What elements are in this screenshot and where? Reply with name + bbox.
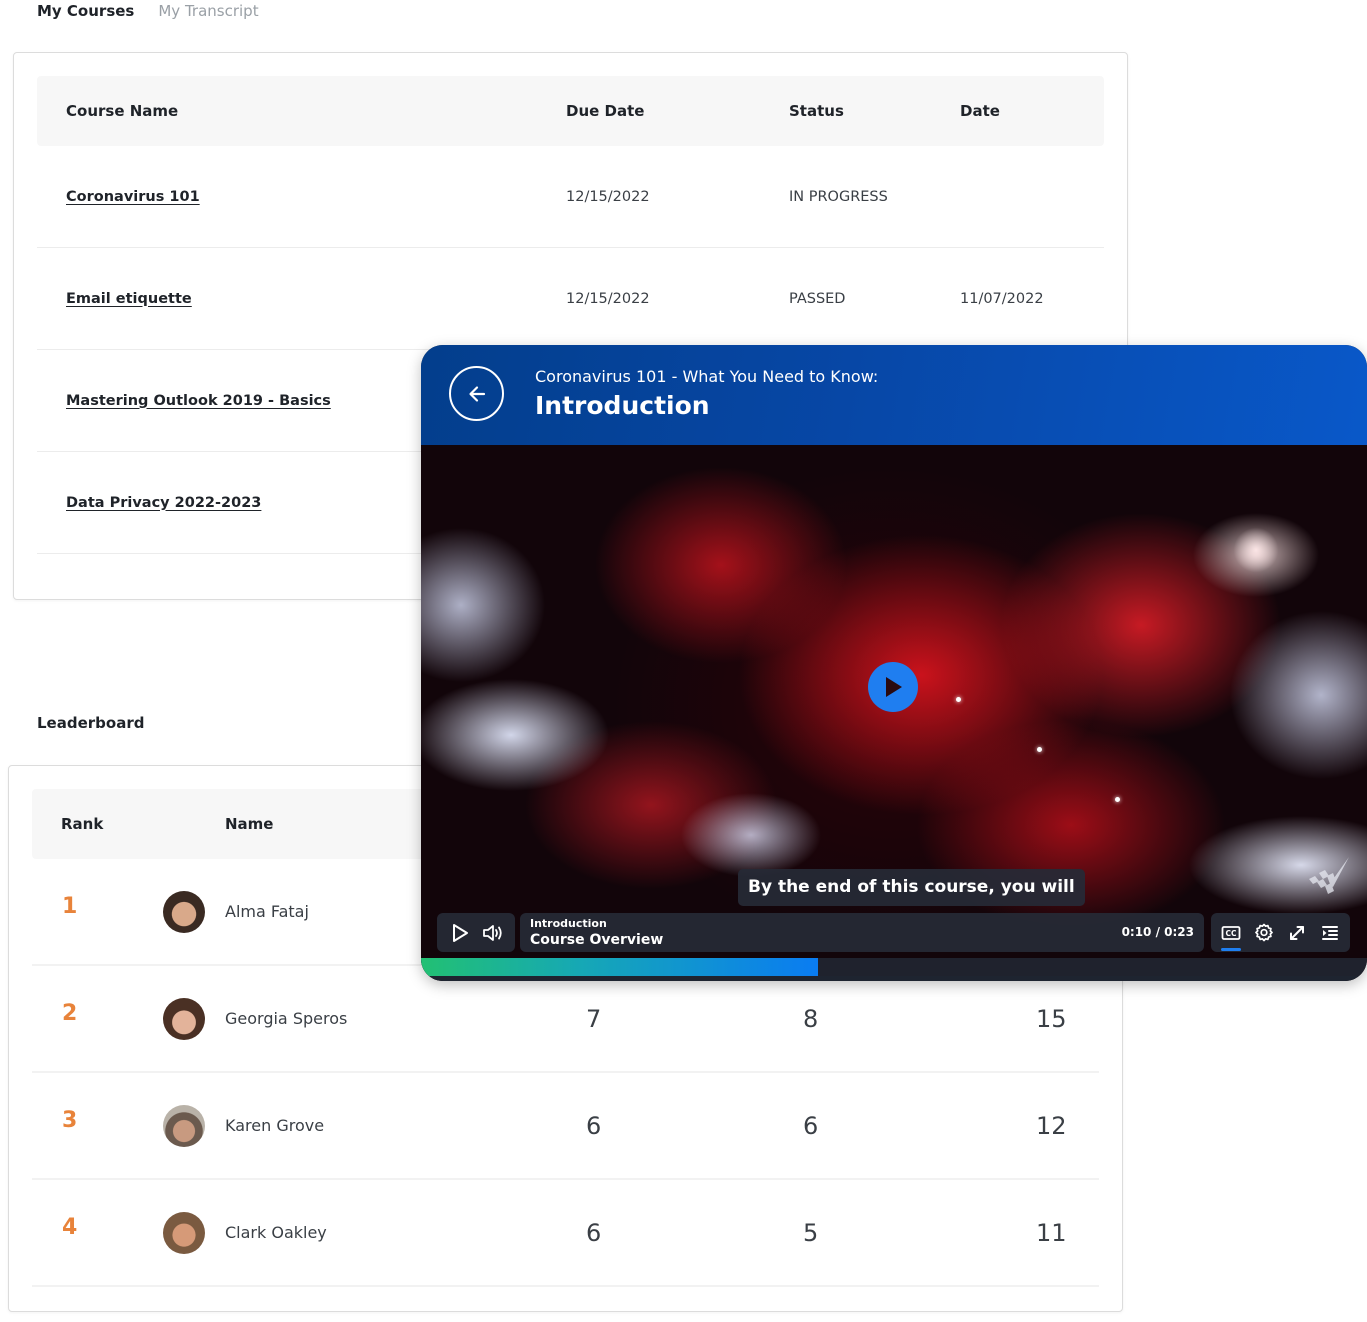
due-date: 12/15/2022: [566, 290, 650, 307]
total-score: 15: [1036, 1004, 1067, 1033]
user-avatar: [163, 890, 205, 933]
play-icon: [452, 923, 468, 942]
settings-button[interactable]: [1251, 920, 1277, 946]
column-header-date: Date: [960, 102, 1000, 120]
expand-icon: [1289, 925, 1304, 940]
rank-number: 4: [62, 1215, 78, 1240]
progress-bar[interactable]: [421, 958, 1367, 976]
player-options: CC: [1211, 913, 1350, 952]
user-name: Karen Grove: [225, 1116, 325, 1135]
rank-number: 2: [62, 1001, 78, 1026]
course-link[interactable]: Data Privacy 2022-2023: [66, 495, 261, 511]
center-play-button[interactable]: [868, 662, 918, 712]
playback-controls: [437, 913, 515, 952]
status-label: PASSED: [789, 290, 846, 307]
user-name: Georgia Speros: [225, 1009, 348, 1028]
table-row: 2 Georgia Speros 7 8 15: [32, 966, 1099, 1073]
play-icon: [886, 677, 902, 697]
progress-fill: [421, 958, 819, 976]
captions-button[interactable]: CC: [1218, 920, 1244, 951]
volume-button[interactable]: [480, 920, 506, 946]
table-row: 4 Clark Oakley 6 5 11: [32, 1180, 1099, 1287]
column-header-status: Status: [789, 102, 844, 120]
time-readout: 0:10 / 0:23: [1121, 925, 1194, 939]
due-date: 12/15/2022: [566, 188, 650, 205]
course-link[interactable]: Coronavirus 101: [66, 189, 200, 205]
user-name: Clark Oakley: [225, 1223, 327, 1242]
volume-icon: [482, 924, 502, 941]
current-lesson: Introduction: [530, 917, 607, 930]
leaderboard-title: Leaderboard: [37, 714, 145, 732]
rank-number: 3: [62, 1108, 78, 1133]
current-topic: Course Overview: [530, 932, 664, 948]
course-title: Coronavirus 101 - What You Need to Know:: [535, 367, 879, 386]
table-row: 3 Karen Grove 6 6 12: [32, 1073, 1099, 1180]
video-frame[interactable]: By the end of this course, you will Intr…: [421, 445, 1367, 981]
column-header-name: Name: [225, 815, 274, 833]
user-avatar: [163, 1211, 205, 1254]
back-button[interactable]: [449, 366, 504, 421]
sparkle: [1115, 797, 1120, 802]
play-button[interactable]: [447, 920, 473, 946]
sparkle: [956, 697, 961, 702]
course-link[interactable]: Mastering Outlook 2019 - Basics: [66, 393, 331, 409]
course-link[interactable]: Email etiquette: [66, 291, 192, 307]
total-score: 12: [1036, 1111, 1067, 1140]
rank-number: 1: [62, 894, 78, 919]
status-label: IN PROGRESS: [789, 188, 888, 205]
column-header-course-name: Course Name: [66, 102, 179, 120]
brand-watermark-icon: [1309, 857, 1349, 894]
user-avatar: [163, 1104, 205, 1147]
score-value: 8: [803, 1004, 819, 1033]
score-value: 7: [586, 1004, 602, 1033]
player-header: Coronavirus 101 - What You Need to Know:…: [421, 345, 1367, 445]
sparkle: [1037, 747, 1042, 752]
completion-date: 11/07/2022: [960, 290, 1044, 307]
course-tabs: My Courses My Transcript: [37, 0, 259, 24]
score-value: 6: [586, 1111, 602, 1140]
user-name: Alma Fataj: [225, 902, 309, 921]
total-score: 11: [1036, 1218, 1067, 1247]
captions-active-indicator: [1221, 947, 1242, 951]
table-row: Email etiquette 12/15/2022 PASSED 11/07/…: [37, 248, 1104, 350]
tab-my-courses[interactable]: My Courses: [37, 0, 134, 24]
tab-my-transcript[interactable]: My Transcript: [158, 0, 258, 24]
menu-button[interactable]: [1317, 920, 1343, 946]
courses-table-header: Course Name Due Date Status Date: [37, 76, 1104, 146]
table-row: Coronavirus 101 12/15/2022 IN PROGRESS: [37, 146, 1104, 248]
lesson-title: Introduction: [535, 391, 710, 420]
video-player: Coronavirus 101 - What You Need to Know:…: [421, 345, 1367, 981]
fullscreen-button[interactable]: [1284, 920, 1310, 946]
score-value: 5: [803, 1218, 819, 1247]
playlist-icon: [1321, 925, 1338, 940]
caption-text: By the end of this course, you will: [738, 869, 1085, 906]
arrow-left-icon: [468, 385, 485, 402]
player-bottom-edge: [421, 976, 1367, 981]
gear-icon: [1255, 923, 1273, 941]
closed-captions-icon: CC: [1221, 925, 1241, 940]
column-header-due-date: Due Date: [566, 102, 645, 120]
score-value: 6: [586, 1218, 602, 1247]
now-playing-bar: Introduction Course Overview 0:10 / 0:23: [520, 913, 1204, 952]
user-avatar: [163, 997, 205, 1040]
score-value: 6: [803, 1111, 819, 1140]
svg-text:CC: CC: [1226, 929, 1238, 938]
column-header-rank: Rank: [61, 815, 104, 833]
